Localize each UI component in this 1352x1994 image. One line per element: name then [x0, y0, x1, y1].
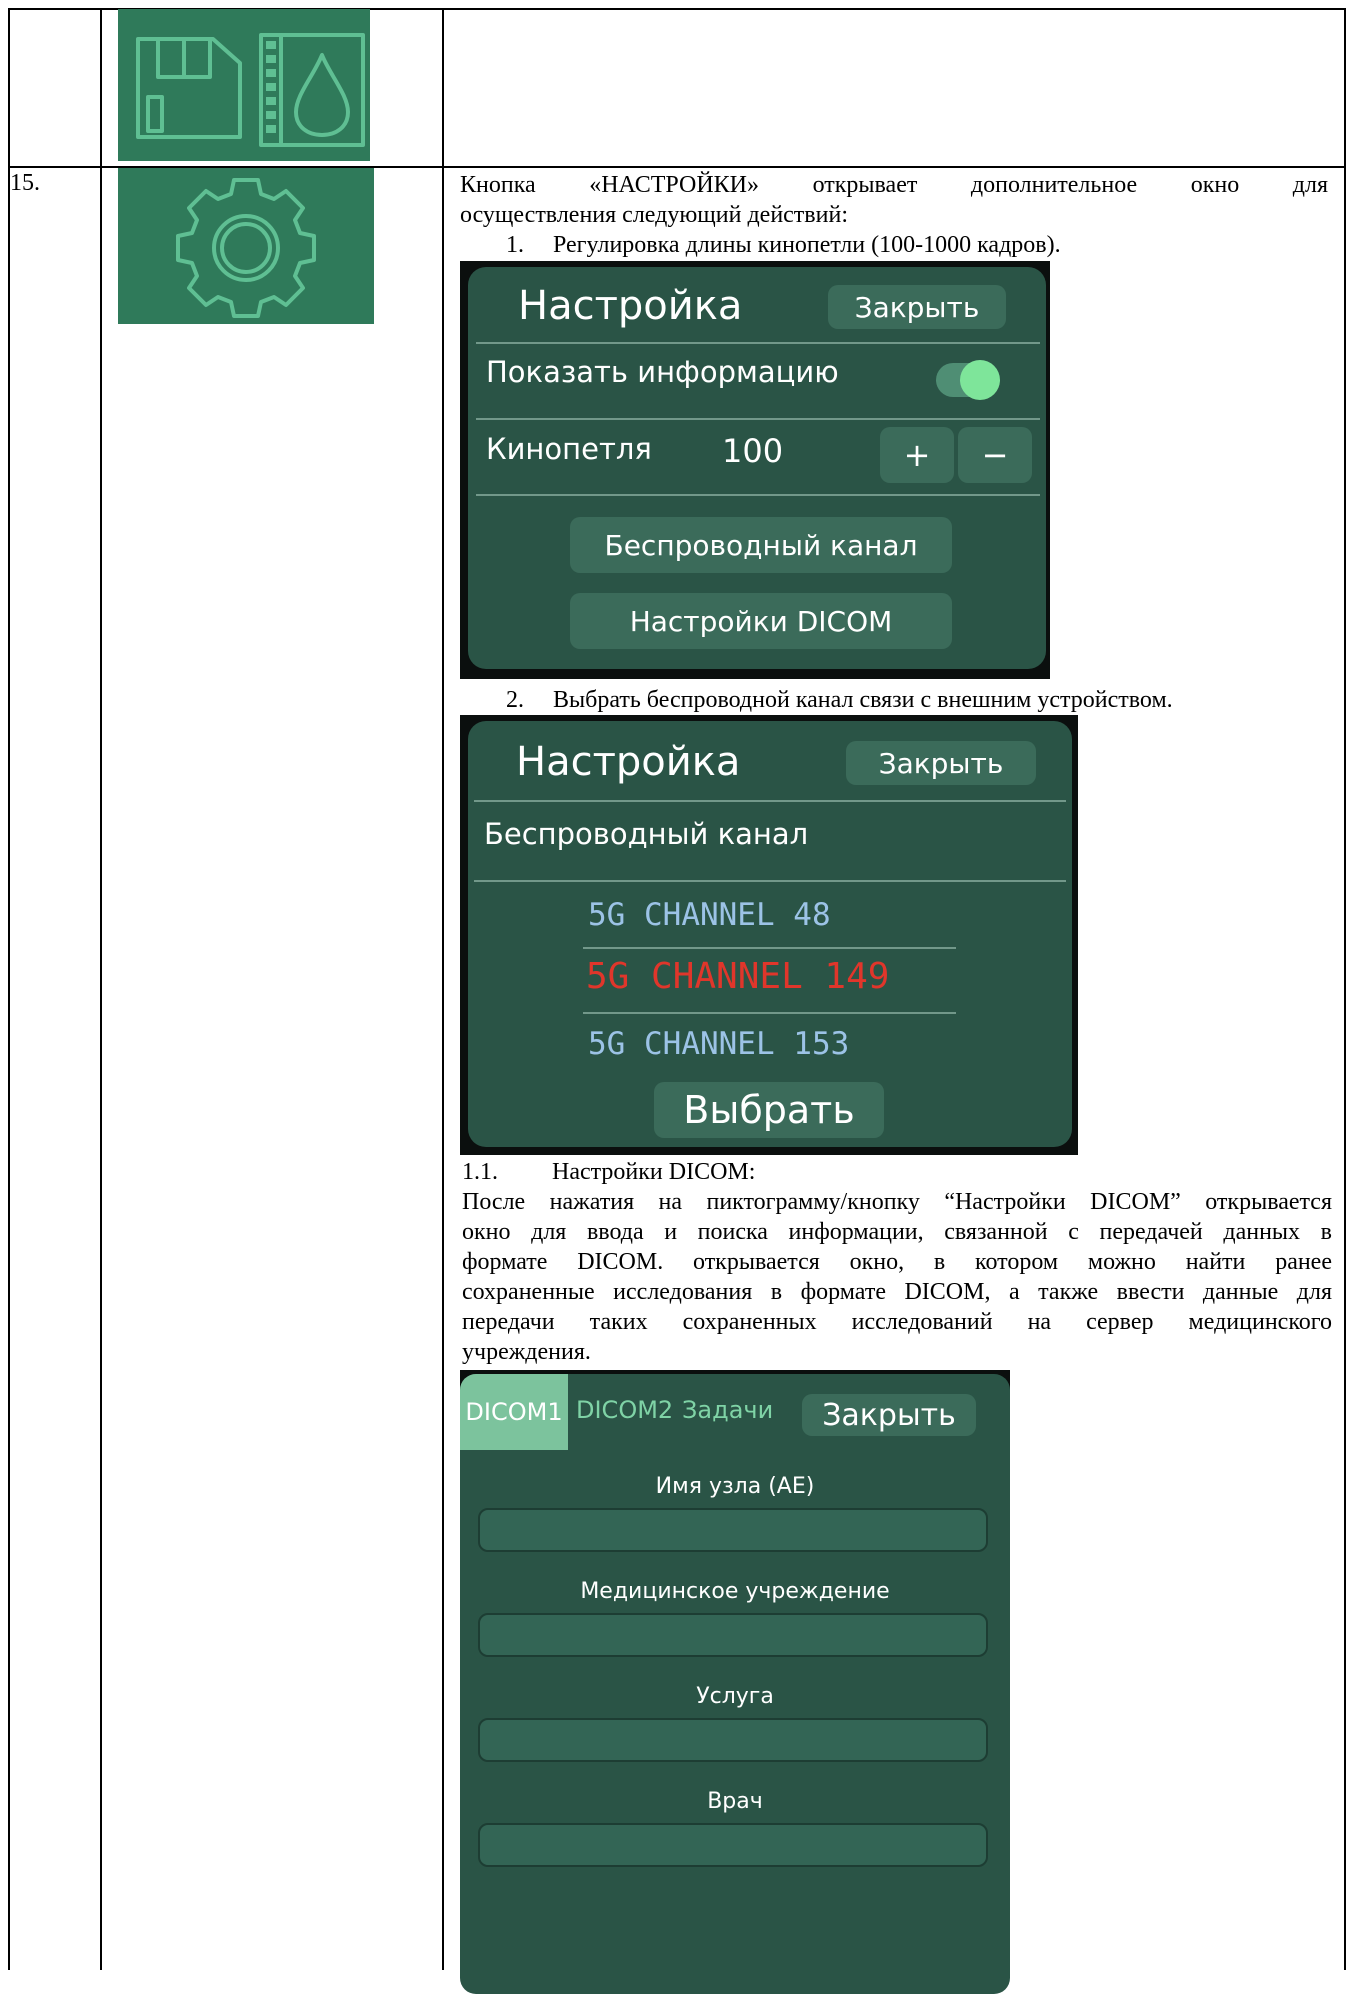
field-label-service: Услуга: [696, 1684, 774, 1709]
panel-title: Настройка: [518, 283, 743, 329]
select-button[interactable]: Выбрать: [654, 1082, 884, 1138]
panel-title: Настройка: [516, 739, 741, 785]
dicom-settings-button[interactable]: Настройки DICOM: [570, 593, 952, 649]
save-to-film-icon: [118, 9, 370, 161]
dicom-paragraph-line: формате DICOM. открывается окно, в котор…: [462, 1249, 1332, 1275]
tab-dicom1[interactable]: DICOM1: [460, 1374, 568, 1450]
step-2-number: 2.: [506, 687, 524, 713]
wireless-heading: Беспроводный канал: [484, 817, 809, 851]
separator: [476, 342, 1040, 344]
toggle-knob: [960, 360, 1000, 400]
ae-name-input[interactable]: [478, 1508, 988, 1552]
wireless-screenshot-frame: Настройка Закрыть Беспроводный канал 5G …: [460, 715, 1078, 1155]
dicom-paragraph-last-line: учреждения.: [462, 1339, 591, 1365]
separator: [476, 494, 1040, 496]
channel-option[interactable]: 5G CHANNEL 153: [588, 1026, 849, 1062]
institution-input[interactable]: [478, 1613, 988, 1657]
dicom-panel: DICOM1 DICOM2 Задачи Закрыть Имя узла (A…: [460, 1374, 1010, 1994]
close-button[interactable]: Закрыть: [828, 285, 1006, 329]
cineloop-minus-button[interactable]: −: [958, 427, 1032, 483]
doctor-input[interactable]: [478, 1823, 988, 1867]
wireless-panel: Настройка Закрыть Беспроводный канал 5G …: [468, 721, 1072, 1147]
wireless-channel-button[interactable]: Беспроводный канал: [570, 517, 952, 573]
intro-line-2: осуществления следующий действий:: [460, 202, 848, 228]
field-label-institution: Медицинское учреждение: [580, 1579, 890, 1604]
tab-dicom2[interactable]: DICOM2: [576, 1396, 673, 1424]
dicom-screenshot-frame: DICOM1 DICOM2 Задачи Закрыть Имя узла (A…: [460, 1370, 1010, 1994]
cineloop-plus-button[interactable]: +: [880, 427, 954, 483]
cineloop-value: 100: [722, 432, 784, 470]
column-divider-2: [442, 8, 444, 1970]
separator: [476, 418, 1040, 420]
show-info-label: Показать информацию: [486, 355, 839, 389]
channel-option[interactable]: 5G CHANNEL 48: [588, 897, 831, 933]
tab-tasks[interactable]: Задачи: [682, 1396, 773, 1424]
intro-line-1: Кнопка «НАСТРОЙКИ» открывает дополнитель…: [460, 172, 1329, 198]
dicom-paragraph-line: После нажатия на пиктограмму/кнопку “Нас…: [462, 1189, 1332, 1215]
step-1-1-text: Настройки DICOM:: [552, 1159, 756, 1185]
dicom-paragraph-line: сохраненные исследования в формате DICOM…: [462, 1279, 1332, 1305]
step-1-1-number: 1.1.: [462, 1159, 498, 1185]
table-right-border: [1344, 8, 1346, 1970]
gear-icon: [118, 168, 374, 324]
step-1-number: 1.: [506, 232, 524, 258]
table-left-border: [8, 8, 10, 1970]
step-2-text: Выбрать беспроводной канал связи с внешн…: [553, 687, 1173, 713]
close-button[interactable]: Закрыть: [802, 1394, 976, 1436]
separator: [474, 880, 1066, 882]
close-button[interactable]: Закрыть: [846, 741, 1036, 785]
row-number: 15.: [10, 170, 40, 196]
field-label-doctor: Врач: [707, 1789, 763, 1814]
service-input[interactable]: [478, 1718, 988, 1762]
column-divider-1: [100, 8, 102, 1970]
field-label-ae-name: Имя узла (AE): [655, 1474, 815, 1499]
separator: [583, 947, 956, 949]
cineloop-label: Кинопетля: [486, 432, 652, 466]
settings-panel: Настройка Закрыть Показать информацию Ки…: [468, 267, 1046, 669]
separator: [583, 1012, 956, 1014]
separator: [474, 800, 1066, 802]
dicom-paragraph-line: окно для ввода и поиска информации, связ…: [462, 1219, 1332, 1245]
dicom-paragraph-line: передачи таких сохраненных исследований …: [462, 1309, 1332, 1335]
step-1-text: Регулировка длины кинопетли (100-1000 ка…: [553, 232, 1061, 258]
settings-screenshot-frame: Настройка Закрыть Показать информацию Ки…: [460, 261, 1050, 679]
show-info-toggle[interactable]: [936, 360, 1000, 400]
channel-option-selected[interactable]: 5G CHANNEL 149: [586, 956, 889, 997]
